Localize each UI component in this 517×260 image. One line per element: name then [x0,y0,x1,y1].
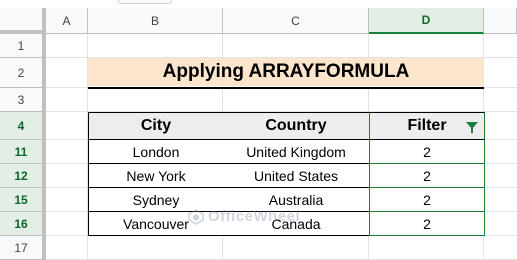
cell-filter-2[interactable]: 2 [369,164,485,188]
cell-city-1[interactable]: London [88,140,224,164]
cell-filter-1[interactable]: 2 [369,140,485,164]
column-header-a[interactable]: A [46,8,88,34]
row-header-3[interactable]: 3 [0,88,46,112]
row-header-12[interactable]: 12 [0,164,46,188]
watermark-text: OfficeWheel [208,208,301,225]
row-header-17[interactable]: 17 [0,236,46,260]
row-header-2[interactable]: 2 [0,58,46,88]
column-header-e[interactable] [484,8,517,34]
row-header-1[interactable]: 1 [0,34,46,58]
row-header-16[interactable]: 16 [0,212,46,236]
title-cell[interactable]: Applying ARRAYFORMULA [88,58,484,86]
header-country[interactable]: Country [223,112,370,140]
column-header-c[interactable]: C [223,8,369,34]
header-city[interactable]: City [88,112,224,140]
header-filter-label: Filter [407,117,447,134]
column-header-b[interactable]: B [88,8,223,34]
row-header-11[interactable]: 11 [0,140,46,164]
select-all-corner[interactable] [0,8,46,34]
row-header-4[interactable]: 4 [0,112,46,140]
cell-country-1[interactable]: United Kingdom [223,140,370,164]
cell-city-2[interactable]: New York [88,164,224,188]
cell-country-2[interactable]: United States [223,164,370,188]
top-strip [0,0,517,8]
row-header-15[interactable]: 15 [0,188,46,212]
filter-icon[interactable] [466,122,478,133]
watermark-logo-icon [188,208,204,225]
cell-filter-3[interactable]: 2 [369,188,485,212]
watermark: OfficeWheel [188,208,300,225]
cell-filter-4[interactable]: 2 [369,212,485,236]
title-underline [88,87,484,89]
sheet-fragment [118,0,172,4]
column-header-d[interactable]: D [369,8,484,34]
